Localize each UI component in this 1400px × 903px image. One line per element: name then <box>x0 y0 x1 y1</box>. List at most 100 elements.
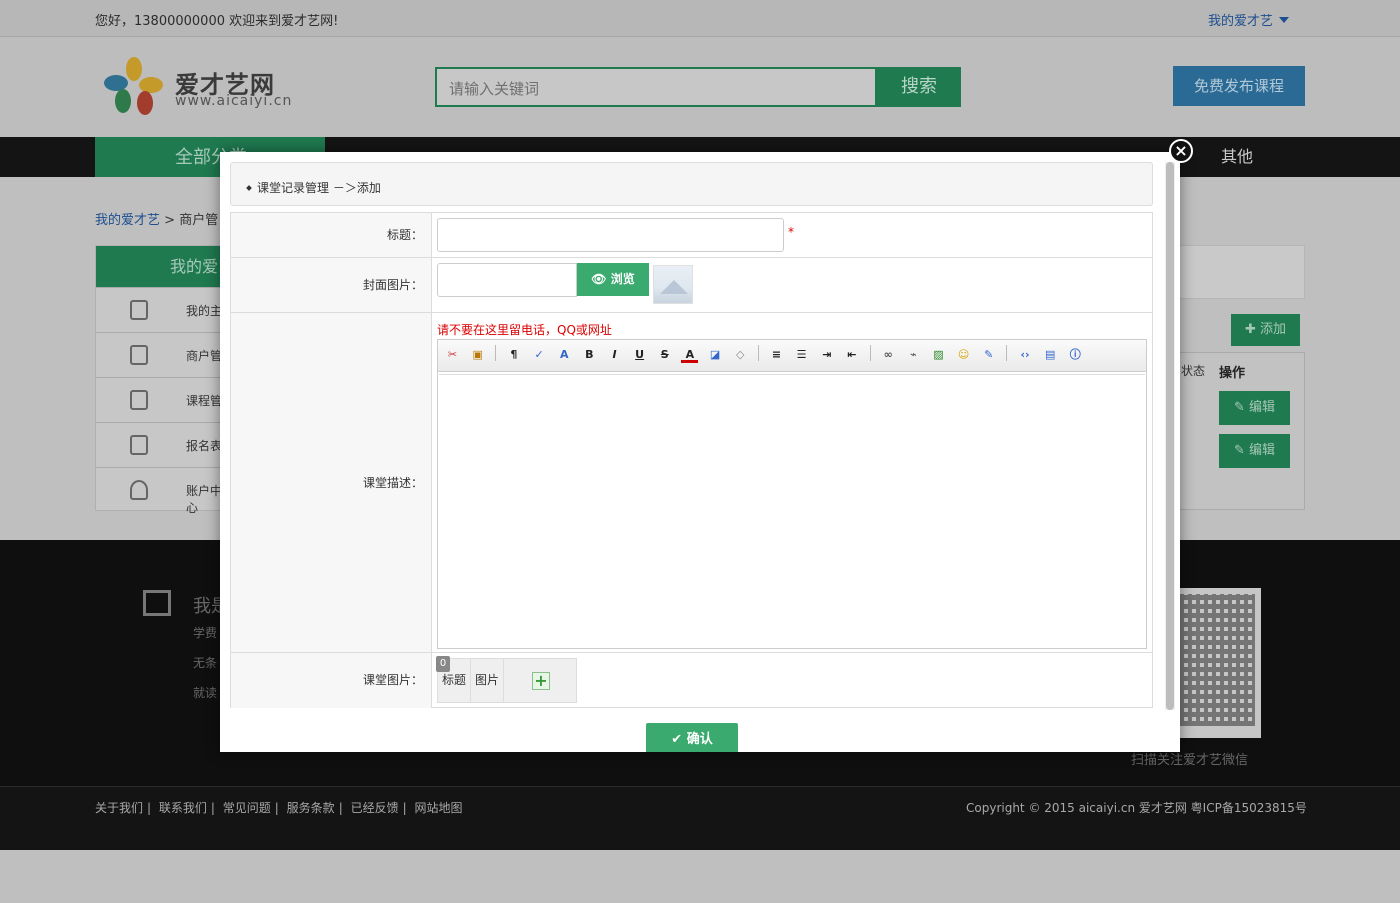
footer-link-faq[interactable]: 常见问题 <box>223 801 271 815</box>
briefcase-icon <box>130 345 148 365</box>
home-icon <box>130 300 148 320</box>
clipboard-icon <box>130 435 148 455</box>
dialog-scrollbar[interactable] <box>1165 162 1175 710</box>
description-warning: 请不要在这里留电话，QQ或网址 <box>437 323 612 337</box>
browse-label: 浏览 <box>610 272 635 286</box>
welcome-text: 您好，13800000000 欢迎来到爱才艺网! <box>95 14 339 29</box>
list-icon[interactable]: ☰ <box>793 346 810 363</box>
footer-link-about[interactable]: 关于我们 <box>95 801 143 815</box>
images-count-badge: 0 <box>436 656 450 672</box>
my-account-label: 我的爱才艺 <box>1208 14 1274 29</box>
images-row: 课堂图片： 标题 图片 0 + <box>231 653 1152 708</box>
title-label: 标题： <box>231 213 432 257</box>
sidebar-item-home[interactable]: 我的主 <box>96 287 224 332</box>
add-image-button[interactable]: + <box>532 672 550 690</box>
close-icon[interactable]: × <box>1169 139 1193 163</box>
images-label: 课堂图片： <box>231 653 432 708</box>
about-icon[interactable]: ⓘ <box>1067 346 1084 363</box>
nav-item-other[interactable]: 其他 <box>1221 137 1253 177</box>
edit-button[interactable]: ✎ 编辑 <box>1219 434 1290 468</box>
footer-link-sitemap[interactable]: 网站地图 <box>414 801 462 815</box>
title-input[interactable] <box>437 218 784 252</box>
unlink-icon[interactable]: ⌁ <box>905 346 922 363</box>
sidebar: 我的爱 我的主 商户管 课程管 报名表 账户中心 <box>95 245 225 515</box>
logo[interactable]: 爱才艺网 www.aicaiyi.cn <box>103 55 303 115</box>
font-icon[interactable]: A <box>556 346 573 363</box>
format-icon[interactable]: ¶ <box>505 346 522 363</box>
italic-icon[interactable]: I <box>606 346 623 363</box>
description-label: 课堂描述： <box>231 313 432 652</box>
footer-link-terms[interactable]: 服务条款 <box>287 801 335 815</box>
images-table: 标题 图片 0 + <box>436 656 577 703</box>
add-button-label: 添加 <box>1260 322 1287 337</box>
edit-icon[interactable]: ✎ <box>980 346 997 363</box>
sidebar-item-course[interactable]: 课程管 <box>96 377 224 422</box>
breadcrumb-separator: > <box>164 213 176 228</box>
strikethrough-icon[interactable]: S <box>656 346 673 363</box>
eraser-icon[interactable]: ◇ <box>732 346 749 363</box>
edit-icon <box>143 590 171 616</box>
spellcheck-icon[interactable]: ✓ <box>531 346 548 363</box>
outdent-icon[interactable]: ⇤ <box>843 346 860 363</box>
search-input[interactable]: 请输入关键词 <box>435 67 877 107</box>
description-row: 课堂描述： 请不要在这里留电话，QQ或网址 ✂ ▣ ¶ ✓ A B I U S … <box>231 313 1152 653</box>
bold-icon[interactable]: B <box>581 346 598 363</box>
breadcrumb-current: 商户管 <box>179 213 219 228</box>
column-status: 状态 <box>1181 364 1206 378</box>
align-icon[interactable]: ≡ <box>768 346 785 363</box>
document-icon <box>130 390 148 410</box>
sidebar-item-label: 报名表 <box>186 439 223 453</box>
bottom-bar: 关于我们 | 联系我们 | 常见问题 | 服务条款 | 已经反馈 | 网站地图 Copyr… <box>0 786 1400 850</box>
link-icon[interactable]: ∞ <box>880 346 897 363</box>
page-background <box>0 850 1400 903</box>
my-account-menu[interactable]: 我的爱才艺 <box>1208 10 1290 29</box>
rich-text-editor: ✂ ▣ ¶ ✓ A B I U S A ◪ ◇ ≡ ☰ ⇥ ⇤ ∞ ⌁ ▨ ☺ … <box>437 339 1147 649</box>
title-row: 标题： * <box>231 213 1152 258</box>
footer-line: 学费 <box>193 626 218 640</box>
sidebar-item-account[interactable]: 账户中心 <box>96 467 224 515</box>
paste-icon[interactable]: ▣ <box>469 346 486 363</box>
chevron-down-icon <box>1279 17 1290 23</box>
sidebar-item-label: 商户管 <box>186 349 223 363</box>
required-mark: * <box>788 225 794 239</box>
cover-thumbnail <box>653 265 693 304</box>
confirm-button[interactable]: ✔ 确认 <box>646 723 738 752</box>
image-icon[interactable]: ▨ <box>930 346 947 363</box>
highlight-icon[interactable]: ◪ <box>707 346 724 363</box>
records-table: 状态 操作 <box>1170 352 1305 510</box>
footer-line: 就读 <box>193 686 218 700</box>
emoticon-icon[interactable]: ☺ <box>955 346 972 363</box>
footer-line: 无条 <box>193 656 218 670</box>
sidebar-item-label: 我的主 <box>186 304 223 318</box>
footer-link-feedback[interactable]: 已经反馈 <box>351 801 399 815</box>
footer-link-contact[interactable]: 联系我们 <box>159 801 207 815</box>
publish-course-button[interactable]: 免费发布课程 <box>1173 66 1305 106</box>
top-bar: 您好，13800000000 欢迎来到爱才艺网! 我的爱才艺 <box>0 0 1400 37</box>
flower-logo-icon <box>104 57 163 115</box>
sidebar-title: 我的爱 <box>96 246 224 287</box>
record-form: 标题： * 封面图片： 👁 浏览 课堂描述： 请不要在这里留电话，QQ或网址 ✂… <box>230 212 1153 708</box>
font-color-icon[interactable]: A <box>681 346 699 363</box>
breadcrumb-home-link[interactable]: 我的爱才艺 <box>95 213 160 228</box>
browse-button[interactable]: 👁 浏览 <box>577 263 649 296</box>
edit-button[interactable]: ✎ 编辑 <box>1219 391 1290 425</box>
sidebar-item-label: 账户中心 <box>186 484 223 515</box>
source-code-icon[interactable]: ‹› <box>1017 346 1034 363</box>
sidebar-item-merchant[interactable]: 商户管 <box>96 332 224 377</box>
cut-icon[interactable]: ✂ <box>444 346 461 363</box>
cover-image-input[interactable] <box>437 263 577 297</box>
header: 爱才艺网 www.aicaiyi.cn 请输入关键词 搜索 免费发布课程 <box>0 37 1400 137</box>
filter-panel <box>1170 245 1305 299</box>
indent-icon[interactable]: ⇥ <box>818 346 835 363</box>
confirm-label: 确认 <box>686 732 713 747</box>
user-icon <box>130 480 148 500</box>
add-button[interactable]: ✚ 添加 <box>1231 314 1300 346</box>
logo-url: www.aicaiyi.cn <box>175 93 293 109</box>
underline-icon[interactable]: U <box>631 346 648 363</box>
search-button[interactable]: 搜索 <box>877 67 961 107</box>
preview-icon[interactable]: ▤ <box>1042 346 1059 363</box>
sidebar-item-signup[interactable]: 报名表 <box>96 422 224 467</box>
editor-toolbar: ✂ ▣ ¶ ✓ A B I U S A ◪ ◇ ≡ ☰ ⇥ ⇤ ∞ ⌁ ▨ ☺ … <box>438 340 1146 372</box>
images-col-image: 图片 <box>471 659 504 702</box>
editor-content-area[interactable] <box>439 374 1145 646</box>
